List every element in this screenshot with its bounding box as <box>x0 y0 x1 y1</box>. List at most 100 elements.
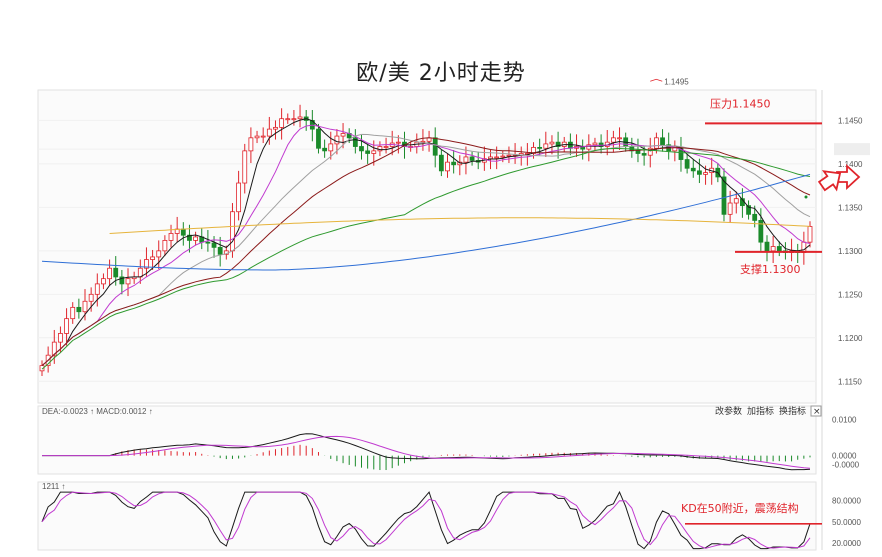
candle-body <box>488 156 493 160</box>
candle-body <box>162 240 168 252</box>
candle-body <box>88 293 94 302</box>
macd-header: DEA:-0.0023 ↑ MACD:0.0012 ↑ <box>42 407 153 416</box>
candle-body <box>211 242 217 248</box>
candle-body <box>506 154 512 157</box>
candle-body <box>236 182 242 213</box>
candle-body <box>316 128 321 149</box>
candle-body <box>150 256 155 260</box>
y-tick-label: 1.1350 <box>838 203 863 212</box>
resistance-label: 压力1.1450 <box>710 97 771 110</box>
candle-body <box>371 150 377 154</box>
candle-body <box>469 156 475 161</box>
candle-body <box>334 135 340 145</box>
candle-body <box>230 211 235 252</box>
kd-y-tick: 20.0000 <box>832 539 861 548</box>
y-tick-label: 1.1200 <box>838 334 863 343</box>
y-tick-label: 1.1450 <box>838 116 863 125</box>
candle-body <box>285 118 291 121</box>
candle-body <box>494 156 500 159</box>
candle-body <box>395 141 401 144</box>
candle-body <box>254 135 260 139</box>
candle-body <box>617 137 622 140</box>
support-label: 支撑1.1300 <box>740 262 801 276</box>
candle-body <box>776 246 782 252</box>
kd-y-tick: 50.0000 <box>832 518 861 527</box>
candle-body <box>340 133 346 137</box>
candle-body <box>217 246 223 255</box>
candle-body <box>168 233 174 241</box>
candle-body <box>260 135 266 138</box>
main-panel <box>37 89 817 404</box>
candle-body <box>727 202 733 215</box>
candle-body <box>690 167 696 172</box>
kd-annotation: KD在50附近，震荡结构 <box>681 501 799 515</box>
candle-body <box>273 126 278 130</box>
candle-body <box>549 141 555 145</box>
indicator-button[interactable]: 换指标 <box>779 405 806 417</box>
candle-body <box>156 250 162 258</box>
chart-svg: 1.14501.14171.14001.13501.13001.12501.12… <box>37 77 870 551</box>
y-tick-label: 1.1250 <box>838 290 863 299</box>
candle-body <box>733 198 739 204</box>
high-marker-line <box>650 78 663 82</box>
signal-dot <box>804 195 808 199</box>
macd-panel <box>37 405 817 475</box>
candle-body <box>697 170 702 175</box>
candle-body <box>537 146 543 149</box>
candle-body <box>58 333 63 343</box>
candle-body <box>445 161 450 172</box>
candle-body <box>242 150 248 184</box>
candle-body <box>266 128 272 137</box>
candle-body <box>193 236 199 241</box>
candle-body <box>684 159 690 169</box>
y-tick-label: 1.1400 <box>838 160 863 169</box>
macd-y-tick: -0.0000 <box>832 461 860 470</box>
candle-body <box>64 318 69 334</box>
candle-body <box>654 137 659 149</box>
right-arrow-icon <box>836 163 861 191</box>
candle-body <box>328 143 334 152</box>
candle-body <box>543 143 549 149</box>
candle-body <box>291 118 297 121</box>
indicator-button[interactable]: 加指标 <box>747 405 774 417</box>
candle-body <box>641 153 647 156</box>
candle-body <box>377 146 383 152</box>
candle-body <box>125 278 131 285</box>
macd-y-tick: 0.0100 <box>832 415 857 424</box>
candle-body <box>322 147 328 152</box>
candle-body <box>635 150 641 154</box>
candle-body <box>764 241 770 252</box>
close-icon: × <box>813 407 821 417</box>
candle-body <box>438 154 444 172</box>
candle-body <box>107 267 112 280</box>
candle-body <box>248 137 254 152</box>
y-tick-label: 1.1300 <box>838 247 863 256</box>
candle-body <box>205 241 211 244</box>
candle-body <box>365 150 371 154</box>
candle-body <box>610 137 616 143</box>
macd-y-tick: 0.0000 <box>832 452 857 461</box>
candle-body <box>82 300 88 313</box>
candle-body <box>770 246 776 252</box>
candle-body <box>359 146 364 152</box>
indicator-button[interactable]: 改参数 <box>715 405 742 417</box>
candle-body <box>101 278 106 285</box>
candle-body <box>463 156 469 163</box>
candle-body <box>752 213 758 221</box>
candle-body <box>500 155 506 158</box>
candle-body <box>660 137 665 146</box>
current-price-box <box>834 143 870 156</box>
kd-header: 1211 ↑ <box>42 482 65 491</box>
kd-y-tick: 80.0000 <box>832 497 861 506</box>
candle-body <box>383 146 389 148</box>
candle-body <box>113 267 119 278</box>
candle-body <box>76 306 82 313</box>
candle-body <box>592 142 598 146</box>
candle-body <box>807 226 813 243</box>
y-tick-label: 1.1150 <box>838 377 862 386</box>
candle-body <box>297 116 303 120</box>
candle-body <box>703 172 708 175</box>
high-marker-label: 1.1495 <box>664 77 689 86</box>
candle-body <box>180 228 186 236</box>
candle-body <box>70 306 76 320</box>
